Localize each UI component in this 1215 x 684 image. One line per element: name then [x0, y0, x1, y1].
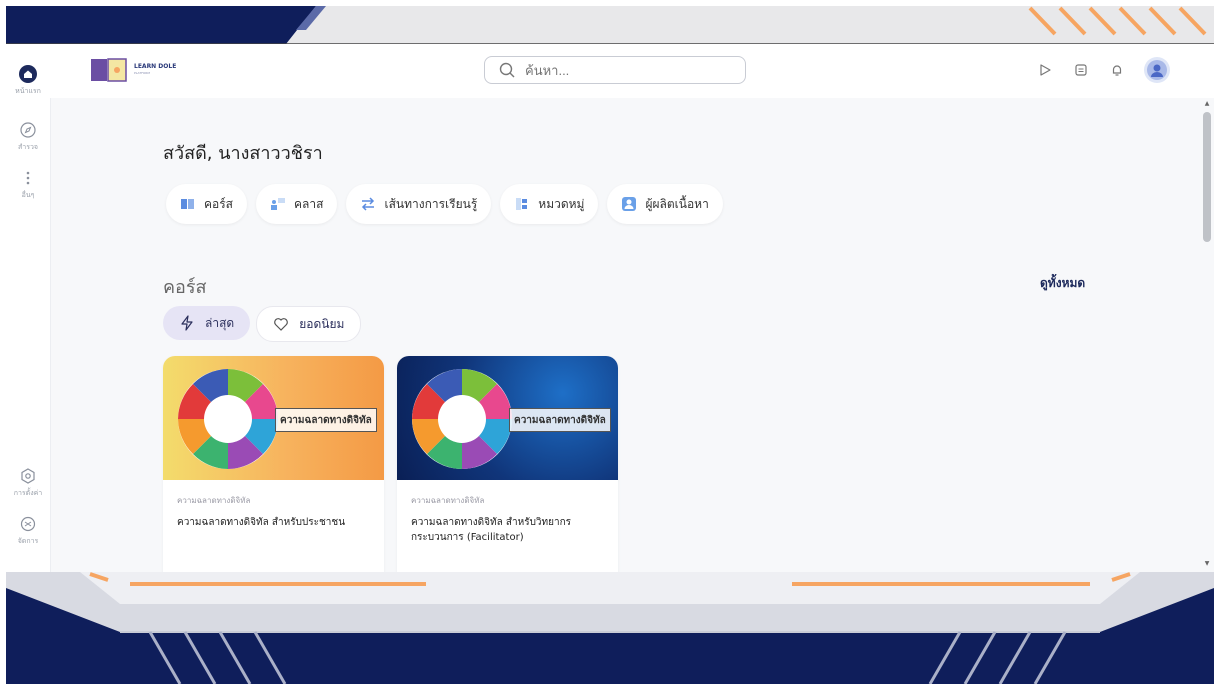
user-avatar-icon[interactable] [1144, 57, 1170, 83]
logo-book-icon [91, 58, 127, 82]
sidebar-item-label: สำรวจ [18, 143, 38, 151]
quick-links: คอร์ส คลาส เส้นทางการเรียนรู้ หมวดหมู่ ผ… [166, 184, 732, 224]
search-input[interactable] [523, 61, 727, 79]
scroll-thumb[interactable] [1203, 112, 1211, 242]
header-actions [1022, 57, 1170, 83]
scrollbar[interactable]: ▲ ▼ [1200, 98, 1214, 572]
creator-icon [621, 196, 637, 212]
filter-latest[interactable]: ล่าสุด [163, 306, 251, 340]
class-icon [270, 196, 286, 212]
sidebar-item-explore[interactable]: สำรวจ [6, 120, 50, 153]
compass-icon [18, 120, 38, 140]
chip-label: เส้นทางการเรียนรู้ [384, 196, 478, 211]
sidebar: หน้าแรก สำรวจ อื่นๆ การตั้งค่า จัดการ [6, 44, 51, 572]
course-category: ความฉลาดทางดิจิทัล [177, 496, 251, 505]
course-card[interactable]: ความฉลาดทางดิจิทัล ความฉลาดทางดิจิทัล คว… [163, 356, 384, 572]
course-card[interactable]: ความฉลาดทางดิจิทัล ความฉลาดทางดิจิทัล คว… [397, 356, 618, 572]
chip-label: คลาส [294, 196, 324, 211]
calendar-icon[interactable] [1068, 57, 1094, 83]
sidebar-item-settings[interactable]: การตั้งค่า [6, 466, 50, 499]
home-icon [18, 64, 38, 84]
course-category: ความฉลาดทางดิจิทัล [411, 496, 485, 505]
course-filters: ล่าสุด ยอดนิยม [163, 306, 367, 342]
chip-classes[interactable]: คลาส [256, 184, 338, 224]
sidebar-item-label: จัดการ [17, 537, 39, 545]
search-box[interactable] [484, 56, 746, 84]
wheel-graphic [178, 369, 278, 469]
sidebar-item-more[interactable]: อื่นๆ [6, 168, 50, 201]
sidebar-item-label: อื่นๆ [21, 191, 35, 199]
course-title: ความฉลาดทางดิจิทัล สำหรับประชาชน [177, 517, 346, 528]
main-content: สวัสดี, นางสาววชิรา คอร์ส คลาส เส้นทางกา… [50, 98, 1200, 572]
filter-popular[interactable]: ยอดนิยม [256, 306, 362, 342]
chip-label: คอร์ส [204, 196, 234, 211]
chip-categories[interactable]: หมวดหมู่ [500, 184, 599, 224]
scroll-up-icon[interactable]: ▲ [1203, 100, 1211, 108]
settings-icon [18, 466, 38, 486]
more-icon [18, 168, 38, 188]
greeting-heading: สวัสดี, นางสาววชิรา [163, 143, 323, 164]
wheel-graphic [412, 369, 512, 469]
course-title: ความฉลาดทางดิจิทัล สำหรับวิทยากรกระบวนกา… [411, 517, 572, 543]
filter-label: ยอดนิยม [299, 316, 345, 331]
see-all-link[interactable]: ดูทั้งหมด [1040, 274, 1085, 293]
category-icon [514, 196, 530, 212]
search-icon [499, 62, 515, 78]
course-thumbnail: ความฉลาดทางดิจิทัล [397, 356, 618, 480]
sidebar-item-home[interactable]: หน้าแรก [6, 64, 50, 97]
top-bar: LEARN DOLE PLATFORM [50, 44, 1214, 98]
path-icon [360, 196, 376, 212]
book-icon [180, 196, 196, 212]
chip-learning-paths[interactable]: เส้นทางการเรียนรู้ [346, 184, 492, 224]
logo[interactable]: LEARN DOLE PLATFORM [90, 56, 176, 84]
app-screen: หน้าแรก สำรวจ อื่นๆ การตั้งค่า จัดการ LE… [6, 44, 1214, 572]
courses-section-title: คอร์ส [163, 277, 207, 298]
chip-content-creators[interactable]: ผู้ผลิตเนื้อหา [607, 184, 723, 224]
course-banner-title: ความฉลาดทางดิจิทัล [509, 408, 611, 432]
chip-label: ผู้ผลิตเนื้อหา [645, 196, 709, 211]
course-list: ความฉลาดทางดิจิทัล ความฉลาดทางดิจิทัล คว… [163, 356, 631, 572]
heart-icon [274, 318, 289, 331]
manage-icon [18, 514, 38, 534]
logo-title: LEARN DOLE [134, 63, 177, 70]
chip-label: หมวดหมู่ [538, 196, 585, 211]
sidebar-item-label: การตั้งค่า [13, 489, 43, 497]
course-banner-title: ความฉลาดทางดิจิทัล [275, 408, 377, 432]
logo-subtitle: PLATFORM [134, 71, 150, 75]
course-thumbnail: ความฉลาดทางดิจิทัล [163, 356, 384, 480]
chip-courses[interactable]: คอร์ส [166, 184, 248, 224]
scroll-down-icon[interactable]: ▼ [1203, 560, 1211, 568]
play-icon[interactable] [1032, 57, 1058, 83]
filter-label: ล่าสุด [205, 315, 235, 330]
lightning-icon [181, 315, 193, 331]
bell-icon[interactable] [1104, 57, 1130, 83]
sidebar-item-manage[interactable]: จัดการ [6, 514, 50, 547]
sidebar-item-label: หน้าแรก [15, 87, 41, 95]
